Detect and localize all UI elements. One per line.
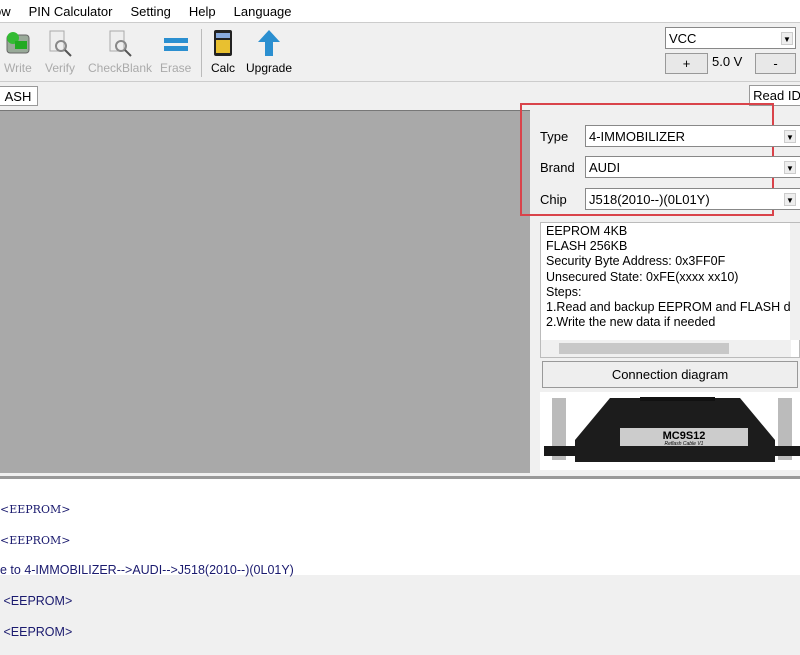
cable-image: MC9S12 Reflash Cable V1	[540, 392, 800, 470]
log-line: <EEPROM>	[0, 594, 73, 609]
info-line: 2.Write the new data if needed	[546, 315, 716, 330]
calculator-icon	[214, 30, 232, 56]
type-label: Type	[540, 129, 569, 144]
scrollbar-thumb[interactable]	[559, 343, 729, 354]
horizontal-scrollbar[interactable]	[541, 340, 791, 357]
verify-button[interactable]: Verify	[45, 29, 75, 75]
info-line: 1.Read and backup EEPROM and FLASH d	[546, 300, 791, 315]
info-line: Unsecured State: 0xFE(xxxx xx10)	[546, 269, 739, 284]
chip-label: Chip	[540, 192, 567, 207]
upload-arrow-icon	[258, 30, 281, 56]
tab-flash[interactable]: ASH	[0, 86, 38, 106]
write-button[interactable]: Write	[4, 29, 32, 75]
menu-window[interactable]: ow	[0, 4, 11, 19]
chevron-down-icon: ▼	[781, 32, 793, 45]
workspace-area	[0, 110, 530, 473]
calc-button[interactable]: Calc	[210, 29, 236, 75]
log-line: <EEPROM>	[0, 533, 71, 547]
menu-language[interactable]: Language	[234, 4, 292, 19]
info-line: FLASH 256KB	[546, 239, 628, 254]
chip-select[interactable]: J518(2010--)(0L01Y) ▼	[585, 188, 800, 210]
info-line: Steps:	[546, 284, 582, 299]
power-select[interactable]: VCC ▼	[665, 27, 796, 49]
upgrade-button[interactable]: Upgrade	[246, 29, 292, 75]
chevron-down-icon: ▼	[784, 130, 796, 143]
type-select[interactable]: 4-IMMOBILIZER ▼	[585, 125, 800, 147]
info-line: Security Byte Address: 0x3FF0F	[546, 254, 726, 269]
cable-sublabel: Reflash Cable V1	[665, 441, 704, 447]
menu-help[interactable]: Help	[189, 4, 216, 19]
brand-select[interactable]: AUDI ▼	[585, 156, 800, 178]
info-line: EEPROM 4KB	[546, 224, 628, 238]
brand-label: Brand	[540, 160, 575, 175]
voltage-increase-button[interactable]: +	[665, 53, 708, 74]
checkblank-icon	[109, 30, 132, 57]
write-icon	[6, 32, 30, 54]
log-output: <EEPROM> <EEPROM> e to 4-IMMOBILIZER-->A…	[0, 476, 800, 639]
chip-info-text: EEPROM 4KB FLASH 256KB Security Byte Add…	[540, 222, 800, 358]
chevron-down-icon: ▼	[784, 193, 796, 206]
menu-setting[interactable]: Setting	[130, 4, 170, 19]
log-line: <EEPROM>	[0, 624, 73, 639]
erase-icon	[163, 38, 188, 51]
menu-bar: ow PIN Calculator Setting Help Language	[0, 0, 800, 22]
log-line: e to 4-IMMOBILIZER-->AUDI-->J518(2010--)…	[0, 563, 294, 578]
verify-icon	[49, 30, 72, 57]
log-line: <EEPROM>	[0, 503, 71, 517]
voltage-decrease-button[interactable]: -	[755, 53, 796, 74]
checkblank-button[interactable]: CheckBlank	[88, 29, 152, 75]
erase-button[interactable]: Erase	[160, 29, 191, 75]
connection-diagram-button[interactable]: Connection diagram	[542, 361, 798, 388]
chevron-down-icon: ▼	[784, 161, 796, 174]
toolbar: Write Verify CheckBlank Erase Calc Upgra…	[0, 22, 800, 82]
voltage-value: 5.0 V	[712, 54, 743, 69]
menu-pin-calculator[interactable]: PIN Calculator	[29, 4, 113, 19]
toolbar-separator	[201, 29, 202, 77]
vertical-scrollbar[interactable]	[790, 223, 800, 340]
